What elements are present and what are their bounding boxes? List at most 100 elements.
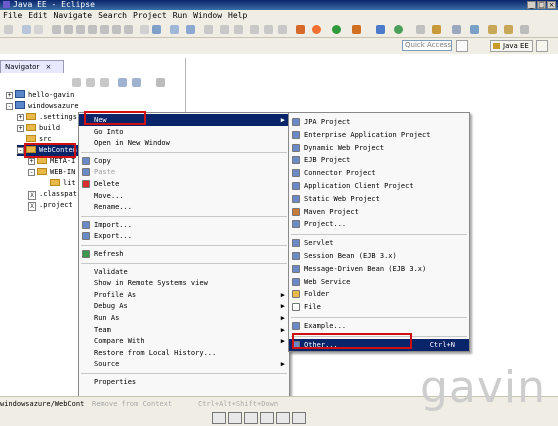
tree-item-hello-gavin[interactable]: + hello-gavin — [6, 90, 74, 101]
tab-navigator[interactable]: Navigator × — [0, 60, 64, 73]
menu-item-rename[interactable]: Rename... — [79, 201, 289, 213]
up-icon[interactable] — [100, 78, 109, 87]
link-editor-icon[interactable] — [132, 78, 141, 87]
stop-icon[interactable] — [312, 25, 321, 34]
collapse-icon[interactable]: - — [17, 147, 24, 154]
menu-item-file[interactable]: File — [289, 301, 469, 313]
toolbar-icon-d[interactable] — [250, 25, 259, 34]
debug-run-icon[interactable] — [296, 25, 305, 34]
menu-item-move[interactable]: Move... — [79, 190, 289, 202]
open-perspective-icon[interactable] — [456, 40, 468, 52]
toolbar-icon-f[interactable] — [278, 25, 287, 34]
menu-item-export[interactable]: Export... — [79, 230, 289, 242]
tree-item-build[interactable]: + build — [17, 123, 60, 134]
external-tools-icon[interactable] — [152, 25, 161, 34]
perspective-javaee[interactable]: Java EE — [490, 40, 533, 52]
menu-item-delete[interactable]: Delete — [79, 178, 289, 190]
menu-item-example[interactable]: Example... — [289, 320, 469, 332]
menu-item-ejb-project[interactable]: EJB Project — [289, 154, 469, 166]
forward-icon[interactable] — [86, 78, 95, 87]
collapse-all-icon[interactable] — [118, 78, 127, 87]
menu-item-refresh[interactable]: Refresh — [79, 248, 289, 260]
quick-access-input[interactable]: Quick Access — [402, 40, 452, 51]
menu-navigate[interactable]: Navigate — [51, 10, 96, 22]
step-icon[interactable] — [64, 25, 73, 34]
external-run-icon[interactable] — [352, 25, 361, 34]
minimize-button[interactable]: _ — [527, 1, 536, 9]
new-icon[interactable] — [4, 25, 13, 34]
server-icon[interactable] — [170, 25, 179, 34]
tree-item-settings[interactable]: + .settings — [17, 112, 77, 123]
menu-item-web-service[interactable]: Web Service — [289, 276, 469, 288]
menu-item-open-in-new-window[interactable]: Open in New Window — [79, 137, 289, 149]
tree-item-lib[interactable]: lit — [50, 178, 76, 189]
close-button[interactable]: × — [547, 1, 556, 9]
drop-to-frame-icon[interactable] — [140, 25, 149, 34]
open-type-icon[interactable] — [416, 25, 425, 34]
menu-file[interactable]: File — [0, 10, 25, 22]
status-button-2[interactable] — [228, 412, 242, 424]
back-icon[interactable] — [72, 78, 81, 87]
menu-item-go-into[interactable]: Go Into — [79, 126, 289, 138]
run-icon[interactable] — [332, 25, 341, 34]
menu-item-static-web-project[interactable]: Static Web Project — [289, 193, 469, 205]
status-button-4[interactable] — [260, 412, 274, 424]
menu-item-restore-from-local-history[interactable]: Restore from Local History... — [79, 347, 289, 359]
menu-run[interactable]: Run — [170, 10, 190, 22]
suspend-icon[interactable] — [76, 25, 85, 34]
status-button-3[interactable] — [244, 412, 258, 424]
forward-icon[interactable] — [504, 25, 513, 34]
menu-item-team[interactable]: Team ▶ — [79, 324, 289, 336]
status-button-6[interactable] — [292, 412, 306, 424]
menu-item-folder[interactable]: Folder — [289, 288, 469, 300]
debug-icon[interactable] — [52, 25, 61, 34]
status-button-5[interactable] — [276, 412, 290, 424]
new-class-icon[interactable] — [394, 25, 403, 34]
menu-item-show-in-remote-systems-view[interactable]: Show in Remote Systems view — [79, 277, 289, 289]
menu-item-validate[interactable]: Validate — [79, 266, 289, 278]
toolbar-icon-g[interactable] — [452, 25, 461, 34]
menu-item-maven-project[interactable]: Maven Project — [289, 206, 469, 218]
toolbar-icon-i[interactable] — [520, 25, 529, 34]
toolbar-icon-c[interactable] — [234, 25, 243, 34]
close-icon[interactable]: × — [46, 63, 52, 71]
menu-item-session-bean-ejb-3-x[interactable]: Session Bean (EJB 3.x) — [289, 250, 469, 262]
toolbar-icon-e[interactable] — [264, 25, 273, 34]
perspective-java-icon[interactable] — [536, 40, 548, 52]
menu-search[interactable]: Search — [95, 10, 130, 22]
menu-item-connector-project[interactable]: Connector Project — [289, 167, 469, 179]
save-icon[interactable] — [22, 25, 31, 34]
menu-item-jpa-project[interactable]: JPA Project — [289, 116, 469, 128]
expand-icon[interactable]: + — [17, 114, 24, 121]
menu-item-profile-as[interactable]: Profile As ▶ — [79, 289, 289, 301]
menu-item-copy[interactable]: Copy — [79, 155, 289, 167]
expand-icon[interactable]: + — [6, 92, 13, 99]
menu-window[interactable]: Window — [190, 10, 225, 22]
menu-item-enterprise-application-project[interactable]: Enterprise Application Project — [289, 129, 469, 141]
view-menu-icon[interactable] — [156, 78, 165, 87]
web-icon[interactable] — [186, 25, 195, 34]
collapse-icon[interactable]: - — [6, 103, 13, 110]
menu-item-application-client-project[interactable]: Application Client Project — [289, 180, 469, 192]
menu-item-debug-as[interactable]: Debug As ▶ — [79, 300, 289, 312]
menu-item-message-driven-bean-ejb-3-x[interactable]: Message-Driven Bean (EJB 3.x) — [289, 263, 469, 275]
terminate-icon[interactable] — [88, 25, 97, 34]
search-icon[interactable] — [432, 25, 441, 34]
menu-item-properties[interactable]: Properties — [79, 376, 289, 388]
expand-icon[interactable]: + — [28, 158, 35, 165]
tree-item-project[interactable]: X .project — [28, 200, 73, 211]
back-icon[interactable] — [488, 25, 497, 34]
step-return-icon[interactable] — [124, 25, 133, 34]
expand-icon[interactable]: + — [17, 125, 24, 132]
tree-item-windowsazure[interactable]: - windowsazure — [6, 101, 79, 112]
maximize-button[interactable]: □ — [537, 1, 546, 9]
toolbar-icon-b[interactable] — [220, 25, 229, 34]
step-into-icon[interactable] — [100, 25, 109, 34]
menu-edit[interactable]: Edit — [25, 10, 50, 22]
toolbar-icon-h[interactable] — [470, 25, 479, 34]
tree-item-classpath[interactable]: X .classpat — [28, 189, 77, 200]
new-package-icon[interactable] — [376, 25, 385, 34]
toolbar-icon-a[interactable] — [204, 25, 213, 34]
menu-item-run-as[interactable]: Run As ▶ — [79, 312, 289, 324]
menu-project[interactable]: Project — [130, 10, 170, 22]
